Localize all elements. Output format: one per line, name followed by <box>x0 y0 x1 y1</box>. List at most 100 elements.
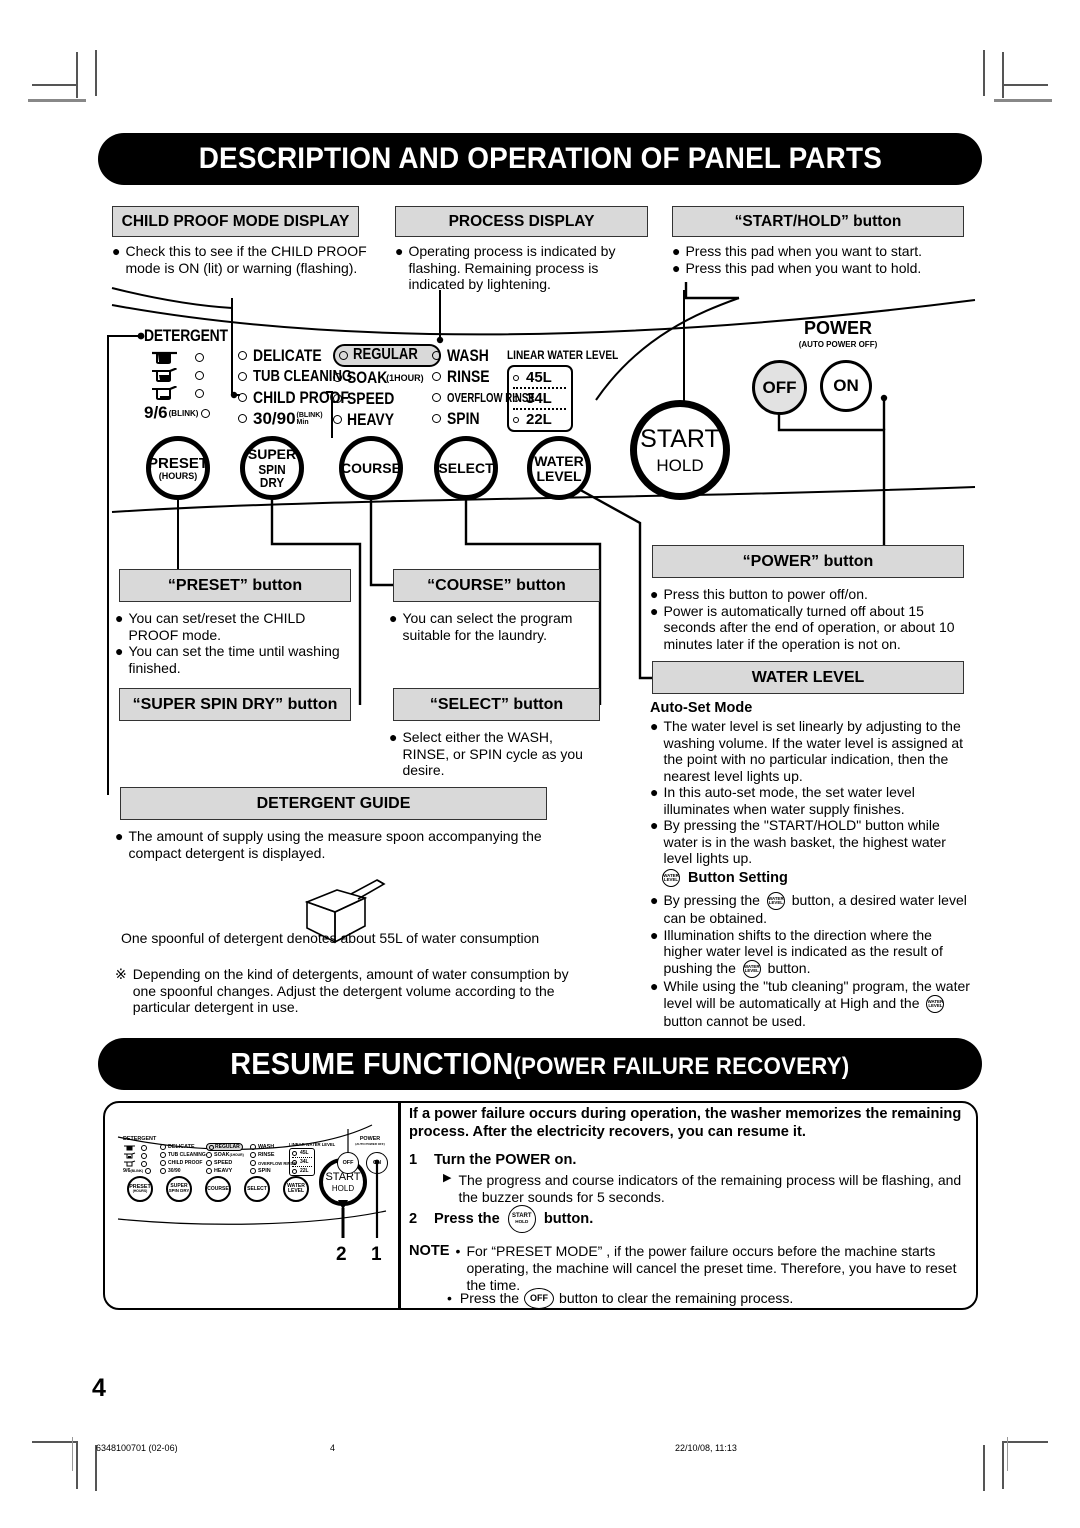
mini-label-speed: SPEED <box>214 1160 233 1166</box>
mini-label-regular: REGULAR <box>215 1144 240 1150</box>
mini-label-soak-sub: (1HOUR) <box>229 1153 244 1157</box>
crop-mark-bottom-right-v2 <box>983 1445 985 1491</box>
bullet-text-post: button cannot be used. <box>663 1012 806 1029</box>
bullet-dot: ● <box>115 610 124 626</box>
panel-button-water-level[interactable]: WATER LEVEL <box>527 436 591 500</box>
bullet-text: By pressing the "START/HOLD" button whil… <box>663 817 946 867</box>
mini-power-off-label: OFF <box>342 1160 354 1166</box>
bullet-text: The water level is set linearly by adjus… <box>663 718 964 784</box>
bullets-power: ● Press this button to power off/on. ● P… <box>650 586 968 652</box>
resume-banner-main: RESUME FUNCTION <box>230 1046 514 1081</box>
note-2-post: button to clear the remaining process. <box>559 1290 794 1307</box>
section-banner-resume: RESUME FUNCTION(POWER FAILURE RECOVERY) <box>98 1038 982 1090</box>
mini-led <box>209 1144 214 1150</box>
manual-page: DESCRIPTION AND OPERATION OF PANEL PARTS… <box>0 0 1080 1528</box>
mini-item-tub-cleaning: TUB CLEANING <box>160 1151 206 1159</box>
mini-label-45l: 45L <box>300 1150 309 1156</box>
mini-led <box>250 1144 256 1150</box>
panel-button-preset[interactable]: PRESET (HOURS) <box>146 436 210 500</box>
panel-button-super-spin-dry[interactable]: SUPER SPIN DRY <box>240 436 304 500</box>
mini-label-22l: 22L <box>300 1168 309 1174</box>
bullet-dot: ● <box>115 828 124 844</box>
bullet-text: You can set/reset the CHILD PROOF mode. <box>128 610 306 643</box>
mini-led <box>292 1168 297 1174</box>
resume-intro-text: If a power failure occurs during operati… <box>409 1106 962 1140</box>
mini-label-wash: WASH <box>258 1144 275 1150</box>
crop-mark-bottom-left-v <box>76 1443 78 1489</box>
panel-button-hold-label: HOLD <box>656 455 704 475</box>
mini-detergent-scoop-icon <box>124 1152 136 1159</box>
power-label: POWER <box>803 318 872 338</box>
resume-banner-sub: (POWER FAILURE RECOVERY) <box>513 1053 850 1080</box>
bullet-text-pre: While using the "tub cleaning" program, … <box>663 978 970 1011</box>
mini-detergent-scoop-icon <box>124 1160 136 1167</box>
resume-step-1: 1 Turn the POWER on. <box>409 1152 576 1170</box>
mini-detergent-row-4: 9/6 (BLINK) <box>123 1168 156 1174</box>
bullets-water-level-auto: ● The water level is set linearly by adj… <box>650 718 970 867</box>
bullet-dot: ● <box>650 586 659 602</box>
water-level-button-subhead: WATER LEVEL Button Setting <box>662 869 788 887</box>
mini-detergent-row-2 <box>123 1152 156 1159</box>
section-banner-resume-title: RESUME FUNCTION(POWER FAILURE RECOVERY) <box>230 1046 849 1082</box>
mini-detergent-label: DETERGENT <box>123 1136 157 1142</box>
resume-note-2: • Press the OFF button to clear the rema… <box>447 1288 977 1309</box>
resume-mini-course-col1: DELICATE TUB CLEANING CHILD PROOF 30/90 <box>160 1143 206 1175</box>
bullet-text: You can set the time until washing finis… <box>128 643 340 676</box>
water-level-auto-subhead: Auto-Set Mode <box>650 700 752 717</box>
resume-mini-course-col2: REGULAR SOAK (1HOUR) SPEED HEAVY <box>206 1143 244 1175</box>
bullet-dot: ● <box>115 643 124 660</box>
bullets-detergent-guide: ● The amount of supply using the measure… <box>115 828 565 861</box>
bullet-dot: ● <box>650 926 659 943</box>
water-level-button-icon: WATER LEVEL <box>662 869 680 887</box>
header-power-button: “POWER” button <box>652 545 964 578</box>
bullet-dot: • <box>455 1243 461 1259</box>
bullet-text: The amount of supply using the measure s… <box>128 828 542 861</box>
panel-internal-bracket <box>326 391 333 438</box>
mini-label-child-proof: CHILD PROOF <box>168 1160 203 1166</box>
bullet-text: While using the "tub cleaning" program, … <box>663 978 972 1029</box>
panel-button-course[interactable]: COURSE <box>339 436 403 500</box>
header-preset-label: “PRESET” button <box>167 576 303 594</box>
panel-button-power-on-label: ON <box>833 376 859 395</box>
panel-button-select[interactable]: SELECT <box>434 436 498 500</box>
mini-item-delicate: DELICATE <box>160 1143 206 1151</box>
mini-pill-regular: REGULAR <box>206 1143 243 1151</box>
note-2-pre: Press the <box>459 1290 520 1307</box>
bullet-text: Select either the WASH, RINSE, or SPIN c… <box>402 729 583 779</box>
mini-led <box>206 1168 212 1174</box>
bullet-dot: ● <box>650 892 659 908</box>
mini-led <box>141 1160 147 1167</box>
mini-wl-22l: 22L <box>292 1168 312 1174</box>
mini-led <box>206 1152 212 1158</box>
resume-marker-arrows <box>338 1159 380 1238</box>
panel-button-power-on[interactable]: ON <box>820 360 872 412</box>
resume-marker-2: 2 <box>336 1244 347 1266</box>
resume-step-2: 2 Press the START HOLD button. <box>409 1205 593 1233</box>
resume-mini-button-power-off[interactable]: OFF <box>337 1152 359 1174</box>
mini-led <box>292 1150 297 1156</box>
mini-detergent-blink: 9/6 <box>123 1168 131 1174</box>
page-number-label: 4 <box>92 1374 106 1402</box>
mini-led <box>160 1168 166 1174</box>
header-select-button: “SELECT” button <box>393 688 600 721</box>
resume-mini-power-label: POWER (AUTO POWER OFF) <box>340 1136 400 1146</box>
panel-button-start-hold[interactable]: START HOLD <box>630 400 730 500</box>
mini-label-34l: 34L <box>300 1159 309 1165</box>
bullets-select: ● Select either the WASH, RINSE, or SPIN… <box>389 729 601 779</box>
bullet-text: By pressing the WATER LEVEL button, a de… <box>663 892 972 927</box>
bullet-dot: ● <box>650 817 659 834</box>
bullet-dot: ● <box>650 718 659 734</box>
header-water-level-label: WATER LEVEL <box>751 668 865 686</box>
bullet-dot: ● <box>389 729 398 745</box>
panel-button-power-off[interactable]: OFF <box>752 360 807 415</box>
mini-led <box>292 1159 297 1165</box>
footer-folio: 4 <box>330 1443 335 1453</box>
resume-step-1-text: Turn the POWER on. <box>434 1152 577 1168</box>
mini-label-soak: SOAK <box>214 1152 230 1158</box>
start-hold-button-icon: START HOLD <box>507 1205 536 1233</box>
panel-button-super-label: SUPER <box>247 446 297 462</box>
note-label: NOTE <box>409 1243 450 1259</box>
footer-rule-left <box>72 1437 73 1471</box>
page-number: 4 <box>92 1374 106 1403</box>
mini-detergent-row-3 <box>123 1160 156 1167</box>
